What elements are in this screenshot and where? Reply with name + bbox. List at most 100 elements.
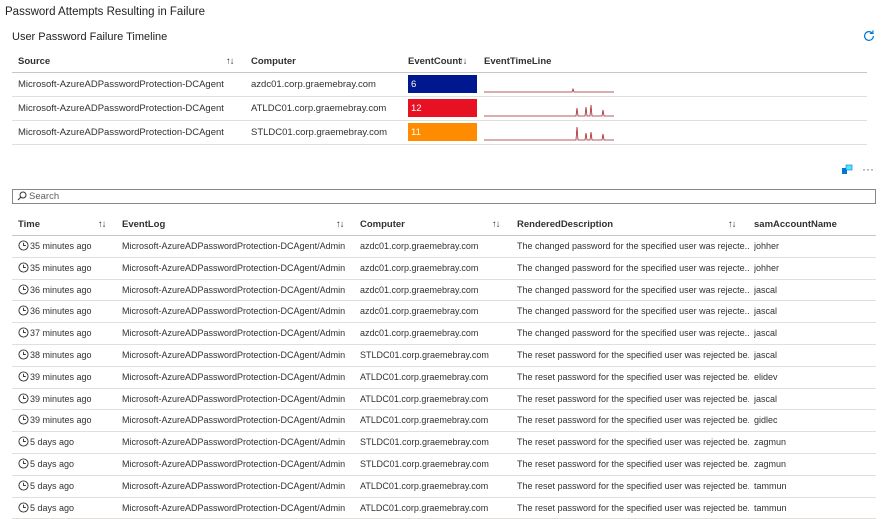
col-eventcount[interactable]: EventCount: [408, 56, 461, 67]
table-row[interactable]: 5 days ago Microsoft-AzureADPasswordProt…: [12, 454, 876, 476]
clock-icon: [18, 284, 29, 295]
summary-row[interactable]: Microsoft-AzureADPasswordProtection-DCAg…: [12, 97, 867, 121]
eventlog-cell: Microsoft-AzureADPasswordProtection-DCAg…: [122, 349, 346, 360]
eventcount-value: 6: [411, 79, 417, 90]
col-source[interactable]: Source: [18, 56, 50, 67]
description-cell: The reset password for the specified use…: [517, 437, 749, 448]
sort-icon[interactable]: ↑↓: [226, 56, 234, 67]
sparkline: [484, 87, 614, 93]
table-row[interactable]: 37 minutes ago Microsoft-AzureADPassword…: [12, 323, 876, 345]
col-samaccountname[interactable]: samAccountName: [754, 219, 837, 230]
col-computer[interactable]: Computer: [251, 56, 296, 67]
col-computer[interactable]: Computer: [360, 219, 405, 230]
summary-title: User Password Failure Timeline: [12, 31, 168, 43]
description-cell: The reset password for the specified use…: [517, 458, 749, 469]
time-cell: 36 minutes ago: [30, 284, 92, 295]
eventcount-value: 11: [411, 127, 421, 138]
eventlog-cell: Microsoft-AzureADPasswordProtection-DCAg…: [122, 415, 346, 426]
time-cell: 5 days ago: [30, 437, 75, 448]
source-cell: Microsoft-AzureADPasswordProtection-DCAg…: [18, 127, 224, 138]
time-cell: 35 minutes ago: [30, 262, 92, 273]
account-cell: tammun: [754, 480, 787, 491]
search-box[interactable]: [12, 189, 876, 204]
col-eventtimeline[interactable]: EventTimeLine: [484, 56, 551, 67]
sort-icon[interactable]: ↑↓: [336, 219, 344, 230]
clock-icon: [18, 240, 29, 251]
eventlog-cell: Microsoft-AzureADPasswordProtection-DCAg…: [122, 458, 346, 469]
computer-cell: ATLDC01.corp.graemebray.com: [360, 415, 489, 426]
col-time[interactable]: Time: [18, 219, 40, 230]
eventcount-bar: 11: [408, 123, 477, 141]
table-row[interactable]: 36 minutes ago Microsoft-AzureADPassword…: [12, 280, 876, 302]
computer-cell: azdc01.corp.graemebray.com: [360, 306, 479, 317]
sort-icon[interactable]: ↑↓: [492, 219, 500, 230]
table-row[interactable]: 35 minutes ago Microsoft-AzureADPassword…: [12, 258, 876, 280]
eventcount-value: 12: [411, 103, 422, 114]
account-cell: jascal: [754, 393, 778, 404]
summary-header: Source ↑↓ Computer EventCount ↑↓ EventTi…: [12, 50, 867, 73]
summary-row[interactable]: Microsoft-AzureADPasswordProtection-DCAg…: [12, 73, 867, 97]
account-cell: gidlec: [754, 415, 778, 426]
time-cell: 39 minutes ago: [30, 415, 92, 426]
eventcount-bar: 12: [408, 99, 477, 117]
table-row[interactable]: 5 days ago Microsoft-AzureADPasswordProt…: [12, 432, 876, 454]
clock-icon: [18, 502, 29, 513]
events-header: Time ↑↓ EventLog ↑↓ Computer ↑↓ Rendered…: [12, 212, 876, 236]
time-cell: 5 days ago: [30, 502, 75, 513]
computer-cell: azdc01.corp.graemebray.com: [360, 328, 479, 339]
table-row[interactable]: 39 minutes ago Microsoft-AzureADPassword…: [12, 410, 876, 433]
clock-icon: [18, 349, 29, 360]
sparkline-path: [484, 104, 614, 117]
account-cell: johher: [754, 241, 780, 251]
account-cell: johher: [754, 262, 780, 273]
table-row[interactable]: 38 minutes ago Microsoft-AzureADPassword…: [12, 345, 876, 367]
eventlog-cell: Microsoft-AzureADPasswordProtection-DCAg…: [122, 241, 346, 251]
description-cell: The changed password for the specified u…: [517, 241, 749, 251]
clock-icon: [18, 480, 29, 491]
col-rendered-description[interactable]: RenderedDescription: [517, 219, 613, 230]
clock-icon: [18, 414, 29, 425]
search-icon: [17, 191, 27, 201]
refresh-icon[interactable]: [862, 29, 876, 43]
eventcount-bar: 6: [408, 75, 477, 93]
sort-icon[interactable]: ↑↓: [459, 56, 467, 67]
sort-icon[interactable]: ↑↓: [728, 219, 736, 230]
search-input[interactable]: [29, 190, 849, 203]
summary-row[interactable]: Microsoft-AzureADPasswordProtection-DCAg…: [12, 121, 867, 145]
sort-icon[interactable]: ↑↓: [98, 219, 106, 230]
description-cell: The reset password for the specified use…: [517, 349, 749, 360]
page-title: Password Attempts Resulting in Failure: [5, 6, 206, 18]
description-cell: The changed password for the specified u…: [517, 262, 749, 273]
clock-icon: [18, 327, 29, 338]
computer-cell: azdc01.corp.graemebray.com: [360, 284, 479, 295]
description-cell: The changed password for the specified u…: [517, 306, 749, 317]
time-cell: 35 minutes ago: [30, 241, 92, 251]
col-eventlog[interactable]: EventLog: [122, 219, 165, 230]
more-icon[interactable]: ···: [862, 162, 874, 176]
events-table: Time ↑↓ EventLog ↑↓ Computer ↑↓ Rendered…: [12, 212, 876, 519]
time-cell: 39 minutes ago: [30, 371, 92, 382]
computer-cell: azdc01.corp.graemebray.com: [360, 262, 479, 273]
summary-table: Source ↑↓ Computer EventCount ↑↓ EventTi…: [12, 50, 867, 145]
eventlog-cell: Microsoft-AzureADPasswordProtection-DCAg…: [122, 393, 346, 404]
description-cell: The reset password for the specified use…: [517, 415, 749, 426]
table-row[interactable]: 35 minutes ago Microsoft-AzureADPassword…: [12, 236, 876, 258]
computer-cell: azdc01.corp.graemebray.com: [360, 241, 479, 251]
eventlog-cell: Microsoft-AzureADPasswordProtection-DCAg…: [122, 328, 346, 339]
time-cell: 38 minutes ago: [30, 349, 92, 360]
table-row[interactable]: 36 minutes ago Microsoft-AzureADPassword…: [12, 301, 876, 324]
export-icon[interactable]: [841, 164, 853, 179]
clock-icon: [18, 371, 29, 382]
computer-cell: azdc01.corp.graemebray.com: [251, 79, 376, 90]
table-row[interactable]: 39 minutes ago Microsoft-AzureADPassword…: [12, 367, 876, 389]
account-cell: jascal: [754, 328, 778, 339]
computer-cell: STLDC01.corp.graemebray.com: [360, 458, 489, 469]
computer-cell: ATLDC01.corp.graemebray.com: [251, 103, 387, 114]
table-row[interactable]: 39 minutes ago Microsoft-AzureADPassword…: [12, 389, 876, 411]
account-cell: zagmun: [754, 437, 787, 448]
time-cell: 36 minutes ago: [30, 306, 92, 317]
account-cell: zagmun: [754, 458, 787, 469]
table-row[interactable]: 5 days ago Microsoft-AzureADPasswordProt…: [12, 476, 876, 498]
time-cell: 5 days ago: [30, 458, 75, 469]
eventlog-cell: Microsoft-AzureADPasswordProtection-DCAg…: [122, 371, 346, 382]
